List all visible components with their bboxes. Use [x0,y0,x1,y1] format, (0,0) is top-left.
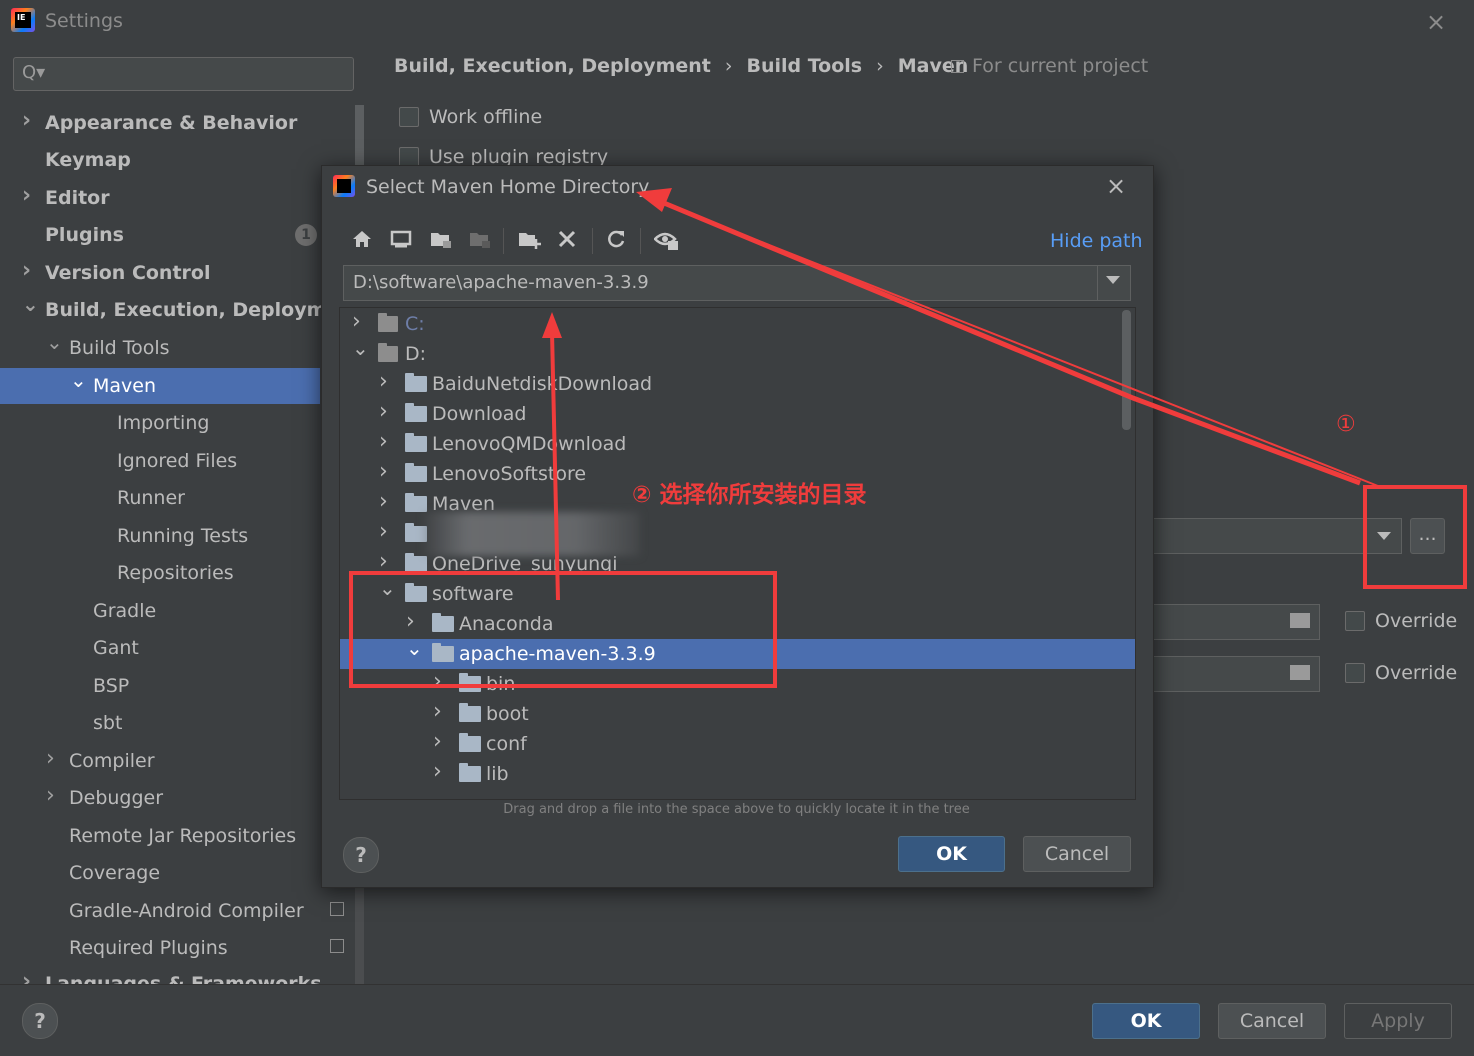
annotation-arrows [542,188,1379,601]
annotation-arrow-to-path [550,331,560,601]
annotation-arrow-wide [663,200,1361,486]
annotation-arrowhead [636,188,672,212]
annotation-arrowhead [542,312,562,338]
